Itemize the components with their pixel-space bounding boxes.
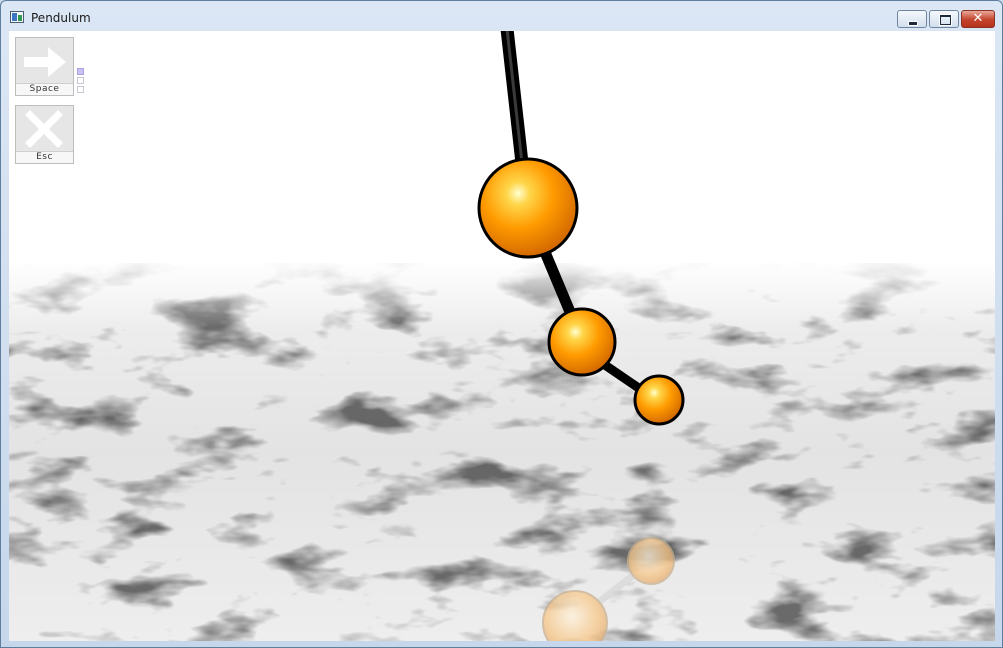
x-icon <box>25 110 63 148</box>
minimize-button[interactable] <box>897 10 927 28</box>
app-window: Pendulum ✕ Space Esc <box>0 0 1003 648</box>
horizon-fade <box>9 257 995 327</box>
restore-icon <box>940 15 951 25</box>
window-title: Pendulum <box>31 11 91 25</box>
render-viewport[interactable]: Space Esc <box>9 31 995 641</box>
bob-1 <box>477 157 579 259</box>
close-icon: ✕ <box>972 11 984 26</box>
arrow-right-icon <box>24 47 66 77</box>
close-button[interactable]: ✕ <box>961 10 995 28</box>
pendulum-scene <box>9 31 995 641</box>
speed-indicator-level-1 <box>77 68 84 75</box>
esc-button-label: Esc <box>16 151 73 163</box>
space-button-label: Space <box>16 83 73 95</box>
bob-2 <box>547 307 617 377</box>
space-button[interactable]: Space <box>15 37 74 96</box>
esc-button[interactable]: Esc <box>15 105 74 164</box>
speed-indicator-level-2 <box>77 77 84 84</box>
title-bar[interactable]: Pendulum ✕ <box>1 1 1002 31</box>
bob-3 <box>633 374 685 426</box>
app-window-icon[interactable] <box>10 11 24 23</box>
speed-indicator-level-3 <box>77 86 84 93</box>
maximize-button[interactable] <box>929 10 959 28</box>
minimize-icon <box>908 21 918 26</box>
